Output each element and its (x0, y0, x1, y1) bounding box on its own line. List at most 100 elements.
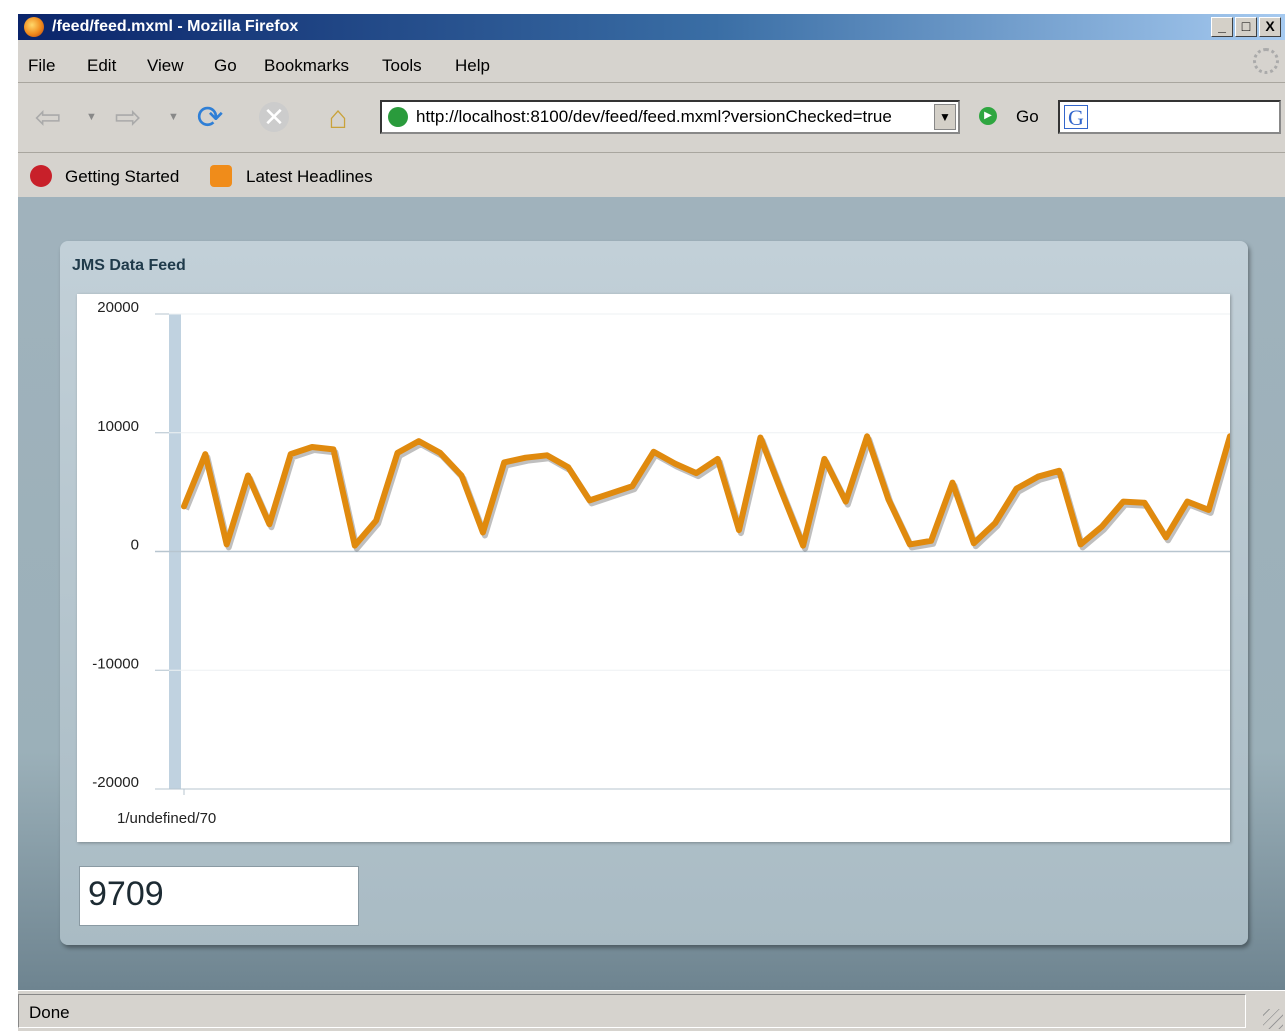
panel-title: JMS Data Feed (72, 257, 186, 274)
home-button[interactable]: ⌂ (318, 97, 358, 137)
y-tick-label: -20000 (92, 774, 139, 791)
data-point (1122, 501, 1124, 503)
data-point (418, 440, 420, 442)
data-point (631, 485, 633, 487)
stop-button[interactable]: ✕ (254, 97, 294, 137)
url-dropdown-icon[interactable]: ▼ (934, 104, 956, 130)
menu-file[interactable]: File (28, 56, 55, 76)
stop-icon: ✕ (259, 102, 289, 132)
data-point (887, 498, 889, 500)
data-point (482, 532, 484, 533)
data-point (546, 454, 548, 456)
go-icon[interactable]: ▶ (979, 107, 997, 125)
navigation-toolbar: ⇦ ▼ ⇨ ▼ ⟳ ✕ ⌂ http://localhost:8100/dev/… (18, 83, 1285, 153)
data-point (823, 458, 825, 460)
data-point (866, 435, 868, 437)
data-point (204, 453, 206, 455)
data-point (226, 543, 228, 545)
line-chart: 20000 10000 0 -10000 -20000 1/undefined/70 (77, 294, 1230, 842)
forward-dropdown-icon[interactable]: ▼ (168, 111, 179, 123)
data-point (781, 491, 783, 493)
data-point (1165, 536, 1167, 538)
back-button[interactable]: ⇦ (28, 97, 68, 137)
menu-view[interactable]: View (147, 56, 184, 76)
data-point (1080, 543, 1082, 545)
current-value-field[interactable]: 9709 (79, 866, 359, 926)
data-point (1016, 488, 1017, 490)
resize-grip-icon[interactable] (1263, 1009, 1283, 1029)
window-controls: _ □ X (1211, 17, 1281, 37)
menu-go[interactable]: Go (214, 56, 237, 76)
data-point (268, 523, 270, 525)
data-point (439, 452, 441, 454)
menubar: File Edit View Go Bookmarks Tools Help (18, 40, 1285, 83)
go-button[interactable]: Go (1016, 107, 1039, 127)
search-engine-icon[interactable]: G (1064, 105, 1088, 130)
data-point (290, 453, 292, 455)
reload-button[interactable]: ⟳ (190, 97, 230, 137)
bookmarks-toolbar: Getting Started Latest Headlines (18, 153, 1285, 197)
data-point (247, 475, 249, 476)
data-point (311, 446, 313, 448)
menu-edit[interactable]: Edit (87, 56, 116, 76)
data-point (1037, 476, 1039, 478)
menu-help[interactable]: Help (455, 56, 490, 76)
status-bar: Done (18, 990, 1285, 1031)
data-point (332, 448, 334, 450)
data-point (567, 466, 569, 468)
data-point (1101, 526, 1103, 528)
bookmark-latest-headlines[interactable]: Latest Headlines (246, 167, 373, 187)
throbber-icon (1253, 48, 1279, 74)
status-text: Done (29, 1003, 70, 1022)
data-point (354, 545, 356, 547)
data-point (845, 501, 847, 503)
data-point (610, 492, 612, 494)
data-point (695, 472, 697, 474)
data-point (674, 463, 676, 465)
chart-svg: 20000 10000 0 -10000 -20000 1/undefined/70 (92, 299, 1230, 827)
forward-button[interactable]: ⇨ (108, 97, 148, 137)
bookmark-getting-started[interactable]: Getting Started (65, 167, 179, 187)
maximize-button[interactable]: □ (1235, 17, 1257, 37)
data-point (738, 529, 740, 531)
data-point (375, 520, 377, 522)
close-button[interactable]: X (1259, 17, 1281, 37)
data-point (973, 542, 975, 544)
data-point (1058, 470, 1060, 472)
menu-tools[interactable]: Tools (382, 56, 422, 76)
status-pane: Done (18, 994, 1246, 1028)
page-content: JMS Data Feed 20000 10000 0 -10000 -20000 1/u… (18, 197, 1285, 990)
data-point (952, 482, 953, 484)
search-box[interactable]: G (1058, 100, 1281, 134)
data-point (802, 545, 804, 547)
minimize-button[interactable]: _ (1211, 17, 1233, 37)
data-point (183, 505, 185, 507)
data-point (653, 451, 655, 453)
titlebar-background: /feed/feed.mxml - Mozilla Firefox _ □ X (18, 14, 1285, 40)
url-input[interactable]: http://localhost:8100/dev/feed/feed.mxml… (416, 107, 896, 127)
data-point (759, 437, 761, 438)
menu-bookmarks[interactable]: Bookmarks (264, 56, 349, 76)
x-tick-label: 1/undefined/70 (117, 810, 216, 827)
site-icon (388, 107, 408, 127)
data-point (909, 543, 911, 545)
data-point (461, 475, 462, 476)
window-titlebar: /feed/feed.mxml - Mozilla Firefox _ □ X (0, 0, 1285, 40)
data-point (503, 461, 505, 463)
y-tick-label: 10000 (97, 418, 139, 435)
reload-icon: ⟳ (196, 99, 224, 135)
data-point (1186, 501, 1188, 503)
y-tick-label: 0 (131, 537, 139, 554)
window-title: /feed/feed.mxml - Mozilla Firefox (52, 18, 299, 35)
back-arrow-icon: ⇦ (34, 99, 62, 135)
data-point (525, 457, 527, 459)
data-point (1144, 502, 1146, 504)
url-bar[interactable]: http://localhost:8100/dev/feed/feed.mxml… (380, 100, 960, 134)
firefox-icon (24, 17, 44, 37)
data-point (397, 452, 398, 454)
y-tick-label: -10000 (92, 655, 139, 672)
data-point (994, 522, 996, 524)
back-dropdown-icon[interactable]: ▼ (86, 111, 97, 123)
firefox-bookmark-icon (30, 165, 52, 187)
data-feed-panel: JMS Data Feed 20000 10000 0 -10000 -20000 1/u… (60, 241, 1248, 945)
